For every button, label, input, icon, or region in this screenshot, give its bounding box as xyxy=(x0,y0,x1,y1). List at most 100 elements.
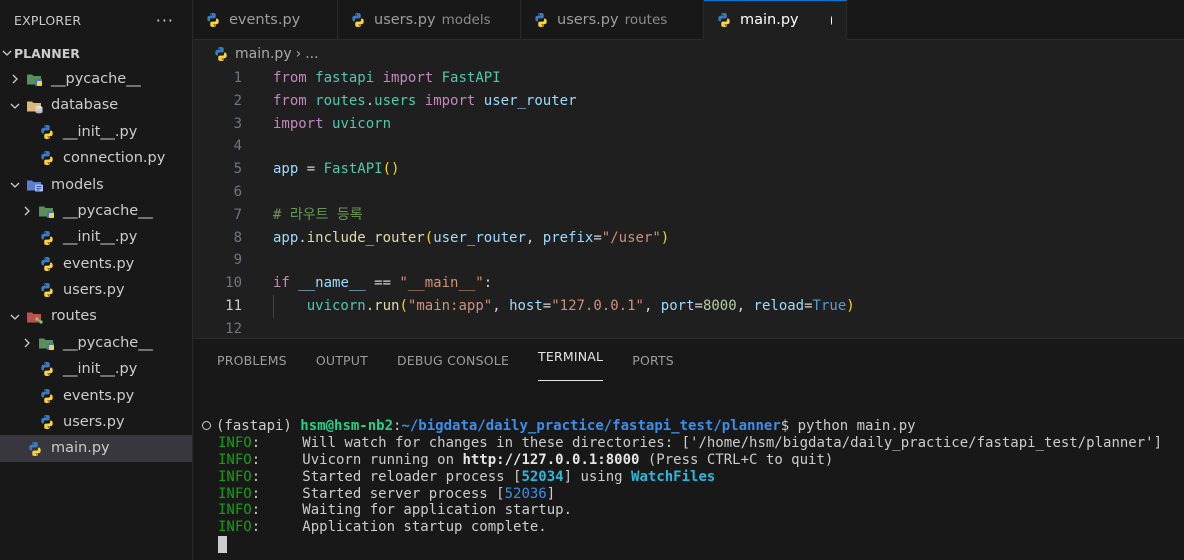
code-token: fastapi xyxy=(315,70,375,86)
tab-description: routes xyxy=(624,12,668,28)
tree-folder-pycache[interactable]: __pycache__ xyxy=(0,66,192,92)
code-lines: 1 from fastapi import FastAPI 2 from routes… xyxy=(193,67,1184,338)
tree-file-init-py[interactable]: __init__.py xyxy=(0,356,192,382)
tree-item-label: __init__.py xyxy=(63,361,138,378)
python-icon xyxy=(205,12,221,28)
python-icon xyxy=(350,12,366,28)
code-line[interactable]: 11 uvicorn.run("main:app", host="127.0.0… xyxy=(193,294,1184,318)
code-line[interactable]: 7 # 라우트 등록 xyxy=(193,204,1184,227)
terminal-text: 52036 xyxy=(504,485,547,502)
terminal-env: (fastapi) xyxy=(216,418,292,434)
tab-description: models xyxy=(441,12,491,28)
breadcrumb-file[interactable]: main.py xyxy=(235,46,292,62)
workspace-section-planner[interactable]: PLANNER xyxy=(0,40,192,66)
code-line[interactable]: 8 app.include_router(user_router, prefix=… xyxy=(193,227,1184,250)
tab-users-py-routes[interactable]: users.py routes xyxy=(521,0,704,40)
tree-item-label: __init__.py xyxy=(63,123,138,140)
code-token: FastAPI xyxy=(441,70,501,86)
tree-file-connection-py[interactable]: connection.py xyxy=(0,145,192,171)
chevron-down-icon xyxy=(8,179,22,191)
panel-tab-debug-console[interactable]: DEBUG CONSOLE xyxy=(397,339,509,381)
code-token: import xyxy=(382,70,434,86)
tab-label: main.py xyxy=(740,12,799,28)
tree-file-main-py[interactable]: main.py xyxy=(0,435,192,462)
code-token: prefix xyxy=(542,229,594,246)
tree-file-events-py[interactable]: events.py xyxy=(0,251,192,277)
code-token: "127.0.0.1" xyxy=(551,297,644,314)
terminal-text: : Started server process [ xyxy=(251,485,505,502)
panel-tab-problems[interactable]: PROBLEMS xyxy=(217,339,287,381)
python-icon xyxy=(26,440,44,458)
code-token: user_router xyxy=(433,229,526,246)
more-actions-icon[interactable]: ··· xyxy=(156,11,174,30)
tab-users-py-models[interactable]: users.py models xyxy=(338,0,521,40)
code-line[interactable]: 6 xyxy=(193,181,1184,204)
breadcrumb-separator: › xyxy=(295,45,302,62)
code-token: FastAPI xyxy=(323,161,383,178)
line-number: 3 xyxy=(233,115,242,132)
code-editor[interactable]: main.py › ... 1 from fastapi import FastA… xyxy=(193,40,1184,338)
line-number: 1 xyxy=(233,70,242,86)
code-line[interactable]: 2 from routes.users import user_router xyxy=(193,90,1184,113)
code-token: 8000 xyxy=(702,297,737,314)
panel-tab-output[interactable]: OUTPUT xyxy=(316,339,368,381)
python-icon xyxy=(38,413,56,431)
line-number: 11 xyxy=(225,297,242,314)
tree-file-users-py[interactable]: users.py xyxy=(0,277,192,303)
tree-folder-models[interactable]: models xyxy=(0,172,192,198)
tree-folder-routes[interactable]: routes xyxy=(0,304,192,330)
tree-item-label: database xyxy=(51,97,119,114)
terminal-text: : Waiting for application startup. xyxy=(251,502,573,519)
tab-label: events.py xyxy=(229,12,301,28)
code-text: from routes.users import user_router xyxy=(273,90,577,113)
file-tree: __pycache__ database __init__.py connection… xyxy=(0,66,192,462)
tab-main-py[interactable]: main.py xyxy=(704,0,847,40)
code-token: __name__ xyxy=(298,275,366,292)
tree-folder-database[interactable]: database xyxy=(0,92,192,118)
tree-item-label: __init__.py xyxy=(63,229,138,246)
terminal[interactable]: (fastapi) hsm@hsm-nb2:~/bigdata/daily_pr… xyxy=(193,418,1184,554)
terminal-text: : Started reloader process [ xyxy=(251,468,522,485)
code-line[interactable]: 12 xyxy=(193,318,1184,338)
code-line[interactable]: 4 xyxy=(193,135,1184,158)
code-text: app = FastAPI() xyxy=(273,158,399,181)
tree-file-users-py[interactable]: users.py xyxy=(0,409,192,435)
code-token: users xyxy=(374,92,417,109)
terminal-text: INFO xyxy=(218,485,252,502)
code-token: ( xyxy=(399,297,408,314)
tree-folder-pycache[interactable]: __pycache__ xyxy=(0,198,192,224)
line-number: 2 xyxy=(233,92,242,109)
code-token: () xyxy=(382,161,400,178)
panel-tab-terminal[interactable]: TERMINAL xyxy=(538,349,604,381)
code-token: import xyxy=(273,115,324,132)
tree-file-init-py[interactable]: __init__.py xyxy=(0,224,192,250)
python-icon xyxy=(38,255,56,273)
code-token: from xyxy=(273,92,307,109)
explorer-header: EXPLORER ··· xyxy=(0,0,192,40)
tab-events-py[interactable]: events.py xyxy=(193,0,338,40)
code-line[interactable]: 10 if __name__ == "__main__": xyxy=(193,272,1184,295)
tree-folder-pycache[interactable]: __pycache__ xyxy=(0,330,192,356)
code-line[interactable]: 5 app = FastAPI() xyxy=(193,158,1184,181)
terminal-line: INFO: Will watch for changes in these di… xyxy=(193,435,1184,452)
python-icon xyxy=(38,387,56,405)
tree-item-label: users.py xyxy=(63,282,125,299)
code-token: , xyxy=(525,229,543,246)
code-line[interactable]: 9 xyxy=(193,249,1184,272)
panel-tab-ports[interactable]: PORTS xyxy=(632,339,674,381)
code-line[interactable]: 1 from fastapi import FastAPI xyxy=(193,67,1184,90)
bottom-panel: PROBLEMS OUTPUT DEBUG CONSOLE TERMINAL PORTS… xyxy=(193,338,1184,560)
unsaved-dot-icon[interactable] xyxy=(830,15,832,25)
terminal-cursor-line xyxy=(193,536,1184,554)
code-text: from fastapi import FastAPI xyxy=(273,67,501,90)
breadcrumb-symbols[interactable]: ... xyxy=(305,46,318,62)
command-decoration-icon[interactable] xyxy=(202,421,211,430)
tree-file-events-py[interactable]: events.py xyxy=(0,383,192,409)
pycache-folder-icon xyxy=(38,202,56,220)
tree-file-init-py[interactable]: __init__.py xyxy=(0,119,192,145)
chevron-down-icon xyxy=(0,47,14,59)
tree-item-label: routes xyxy=(51,308,97,325)
code-line[interactable]: 3 import uvicorn xyxy=(193,113,1184,136)
